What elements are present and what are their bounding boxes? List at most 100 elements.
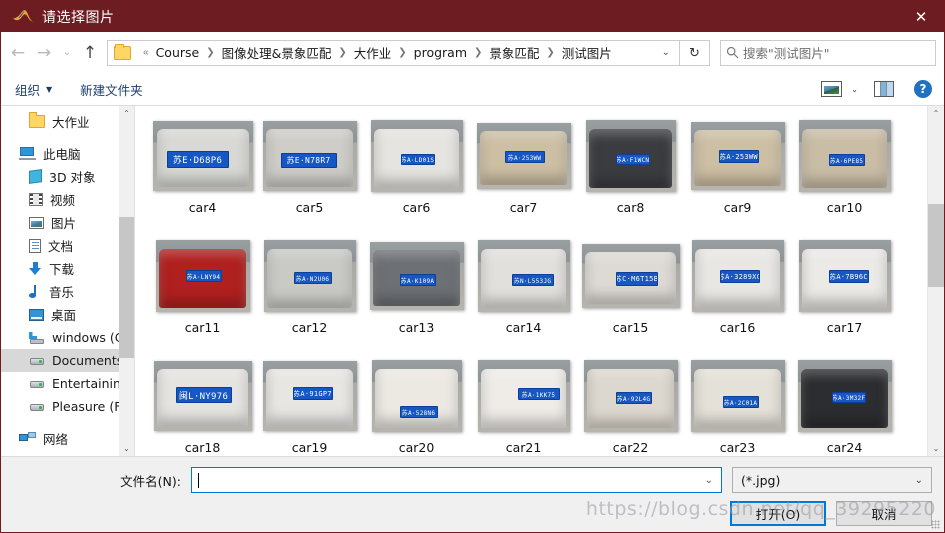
- sidebar-item-label: 图片: [51, 216, 77, 231]
- file-tile[interactable]: 苏E·D68P6 car4: [149, 116, 256, 236]
- back-button[interactable]: ←: [5, 39, 31, 67]
- file-list-scrollbar[interactable]: ⌃ ⌄: [927, 106, 944, 456]
- sidebar-item-[interactable]: 下载: [1, 257, 134, 280]
- license-plate: 苏E·D68P6: [166, 151, 229, 168]
- license-plate: 苏A·LNY94: [185, 270, 222, 282]
- scroll-down-icon[interactable]: ⌄: [119, 441, 134, 456]
- license-plate: 苏N·L553JG: [511, 274, 554, 286]
- breadcrumb-separator: ❯: [398, 47, 407, 58]
- file-tile[interactable]: 闽L·NY976 car18: [149, 356, 256, 456]
- file-name-label: car22: [612, 440, 649, 455]
- help-icon[interactable]: ?: [914, 80, 932, 98]
- file-name-label: car21: [505, 440, 542, 455]
- sidebar-scrollbar[interactable]: ⌃ ⌄: [119, 106, 134, 456]
- file-tile[interactable]: 苏N·L553JG car14: [470, 236, 577, 356]
- footer-buttons: 打开(O) 取消: [1, 501, 932, 526]
- breadcrumb-overflow[interactable]: «: [137, 47, 155, 58]
- file-tile[interactable]: 苏A·N2U06 car12: [256, 236, 363, 356]
- file-tile[interactable]: 苏A·3M32F car24: [791, 356, 898, 456]
- breadcrumb-item-1[interactable]: 图像处理&景象匹配: [221, 43, 333, 62]
- chevron-down-icon[interactable]: ⌄: [648, 47, 679, 58]
- filename-input[interactable]: ⌄: [191, 467, 722, 493]
- large-icons-view-icon[interactable]: [821, 81, 843, 97]
- cancel-button[interactable]: 取消: [836, 501, 932, 526]
- breadcrumb-item-4[interactable]: 景象匹配: [488, 43, 540, 62]
- sidebar-scroll-thumb[interactable]: [119, 217, 134, 358]
- sidebar-item-[interactable]: 文档: [1, 234, 134, 257]
- sidebar-item-windows-c[interactable]: windows (C:): [1, 326, 134, 349]
- file-tile[interactable]: 苏A·253WW car9: [684, 116, 791, 236]
- chevron-down-icon[interactable]: ⌄: [851, 85, 858, 94]
- scroll-down-icon[interactable]: ⌄: [928, 441, 945, 456]
- file-tile[interactable]: 苏A·92L4G car22: [577, 356, 684, 456]
- sidebar-item-[interactable]: 桌面: [1, 303, 134, 326]
- sidebar-item-[interactable]: 网络: [1, 427, 134, 450]
- file-name-label: car7: [509, 200, 538, 215]
- thumbnail-wrapper: 苏A·528N6: [367, 360, 467, 432]
- sidebar-item-[interactable]: 音乐: [1, 280, 134, 303]
- license-plate: 苏A·3289XG: [719, 270, 760, 283]
- breadcrumb-item-3[interactable]: program: [413, 45, 468, 60]
- address-bar-row: ← → ⌄ ↑ « Course ❯ 图像处理&景象匹配 ❯ 大作业 ❯ pro…: [1, 32, 944, 73]
- sidebar-item-[interactable]: 大作业: [1, 110, 134, 133]
- file-tile[interactable]: 苏A·3289XG car16: [684, 236, 791, 356]
- refresh-button[interactable]: ↻: [680, 39, 710, 66]
- sidebar-scroll-track[interactable]: [119, 121, 134, 441]
- thumbnail-wrapper: 苏E·N78R7: [260, 120, 360, 192]
- breadcrumb-item-5[interactable]: 测试图片: [561, 43, 613, 62]
- file-tile[interactable]: 苏C·M6T15B car15: [577, 236, 684, 356]
- sidebar-item-[interactable]: 此电脑: [1, 142, 134, 165]
- file-tile[interactable]: 苏A·7B96C car17: [791, 236, 898, 356]
- recent-locations-button[interactable]: ⌄: [57, 39, 77, 67]
- thumbnail-wrapper: 苏A·F1WCN: [581, 120, 681, 192]
- preview-pane-icon[interactable]: [874, 81, 894, 97]
- pictures-icon: [29, 216, 44, 229]
- file-scroll-track[interactable]: [927, 121, 944, 441]
- file-type-filter[interactable]: (*.jpg) ⌄: [732, 467, 932, 493]
- license-plate: 苏E·N78R7: [280, 153, 337, 168]
- sidebar-item-3d[interactable]: 3D 对象: [1, 165, 134, 188]
- open-button[interactable]: 打开(O): [730, 501, 826, 526]
- file-type-value: (*.jpg): [741, 472, 781, 488]
- new-folder-button[interactable]: 新建文件夹: [80, 80, 143, 99]
- file-tile[interactable]: 苏A·253WW car7: [470, 116, 577, 236]
- thumbnail-wrapper: 苏A·3M32F: [795, 360, 895, 432]
- sidebar-item-label: 视频: [50, 193, 76, 208]
- sidebar-item-entertaining-e[interactable]: Entertaining (E:): [1, 372, 134, 395]
- up-button[interactable]: ↑: [77, 39, 103, 67]
- file-tile[interactable]: 苏A·LD01S car6: [363, 116, 470, 236]
- resize-grip[interactable]: [931, 520, 940, 529]
- scroll-up-icon[interactable]: ⌃: [928, 106, 945, 121]
- file-tile[interactable]: 苏A·2C01A car23: [684, 356, 791, 456]
- car-photo-thumbnail: 闽L·NY976: [153, 361, 252, 431]
- breadcrumb-item-2[interactable]: 大作业: [353, 43, 393, 62]
- file-tile[interactable]: 苏A·1KK75 car21: [470, 356, 577, 456]
- file-tile[interactable]: 苏A·91GP7 car19: [256, 356, 363, 456]
- file-tile[interactable]: 苏E·N78R7 car5: [256, 116, 363, 236]
- sidebar-item-pleasure-f[interactable]: Pleasure (F:): [1, 395, 134, 418]
- search-input[interactable]: 搜索"测试图片": [720, 39, 936, 66]
- file-tile[interactable]: 苏A·528N6 car20: [363, 356, 470, 456]
- breadcrumb[interactable]: « Course ❯ 图像处理&景象匹配 ❯ 大作业 ❯ program ❯ 景…: [107, 39, 680, 66]
- file-tile[interactable]: 苏A·LNY94 car11: [149, 236, 256, 356]
- sidebar-item-documents-d[interactable]: Documents (D:): [1, 349, 134, 372]
- sidebar-item-[interactable]: 图片: [1, 211, 134, 234]
- file-tile[interactable]: 苏A·6PE85 car10: [791, 116, 898, 236]
- car-photo-thumbnail: 苏A·LD01S: [370, 120, 463, 192]
- close-icon[interactable]: ✕: [898, 1, 944, 32]
- organize-button[interactable]: 组织 ▼: [15, 80, 52, 99]
- breadcrumb-separator: ❯: [338, 47, 347, 58]
- breadcrumb-item-0[interactable]: Course: [155, 45, 201, 60]
- sidebar-item-[interactable]: 视频: [1, 188, 134, 211]
- dialog-footer: 文件名(N): ⌄ (*.jpg) ⌄ 打开(O) 取消 https://blo…: [1, 456, 944, 532]
- forward-button[interactable]: →: [31, 39, 57, 67]
- file-list-pane[interactable]: 苏E·D68P6 car4 苏E·N78R7 car5 苏A·LD01S car6 苏A·2…: [134, 106, 944, 456]
- file-name-label: car4: [188, 200, 217, 215]
- file-tile[interactable]: 苏A·F1WCN car8: [577, 116, 684, 236]
- chevron-down-icon[interactable]: ⌄: [705, 475, 717, 486]
- text-cursor: [198, 472, 199, 488]
- file-tile[interactable]: 苏A·K109A car13: [363, 236, 470, 356]
- scroll-up-icon[interactable]: ⌃: [119, 106, 134, 121]
- file-scroll-thumb[interactable]: [927, 204, 944, 288]
- license-plate: 苏A·3M32F: [831, 392, 866, 403]
